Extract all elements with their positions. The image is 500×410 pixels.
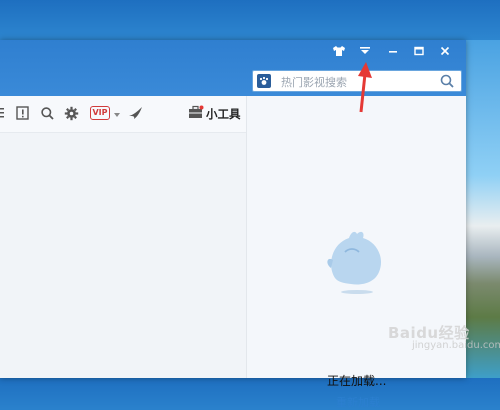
search-icon[interactable] [40, 106, 55, 122]
watermark-url: jingyan.baidu.com [412, 340, 500, 351]
close-icon[interactable] [434, 42, 456, 60]
list-icon[interactable] [0, 106, 6, 122]
minimize-icon[interactable] [382, 42, 404, 60]
notification-icon[interactable] [16, 106, 30, 122]
annotation-arrow [358, 62, 372, 113]
desktop-wallpaper [466, 40, 500, 378]
swift-icon[interactable] [128, 106, 144, 122]
toolbar: VIP 小工具 [0, 96, 246, 133]
search-icon[interactable] [439, 73, 455, 89]
toolbox-icon[interactable] [188, 105, 204, 121]
paw-icon [257, 74, 271, 88]
tools-button[interactable]: 小工具 [206, 106, 241, 122]
loading-mascot-icon [327, 231, 382, 294]
title-bar [0, 40, 466, 96]
gear-icon[interactable] [64, 106, 79, 122]
dropdown-menu-icon[interactable] [354, 42, 376, 60]
vip-icon[interactable]: VIP [90, 106, 110, 120]
maximize-icon[interactable] [408, 42, 430, 60]
tshirt-icon[interactable] [328, 42, 350, 60]
reload-link[interactable]: 重新加载 [336, 394, 380, 410]
main-content-area [0, 133, 246, 378]
dropdown-icon[interactable] [113, 108, 121, 124]
loading-status: 正在加载... [327, 374, 387, 388]
